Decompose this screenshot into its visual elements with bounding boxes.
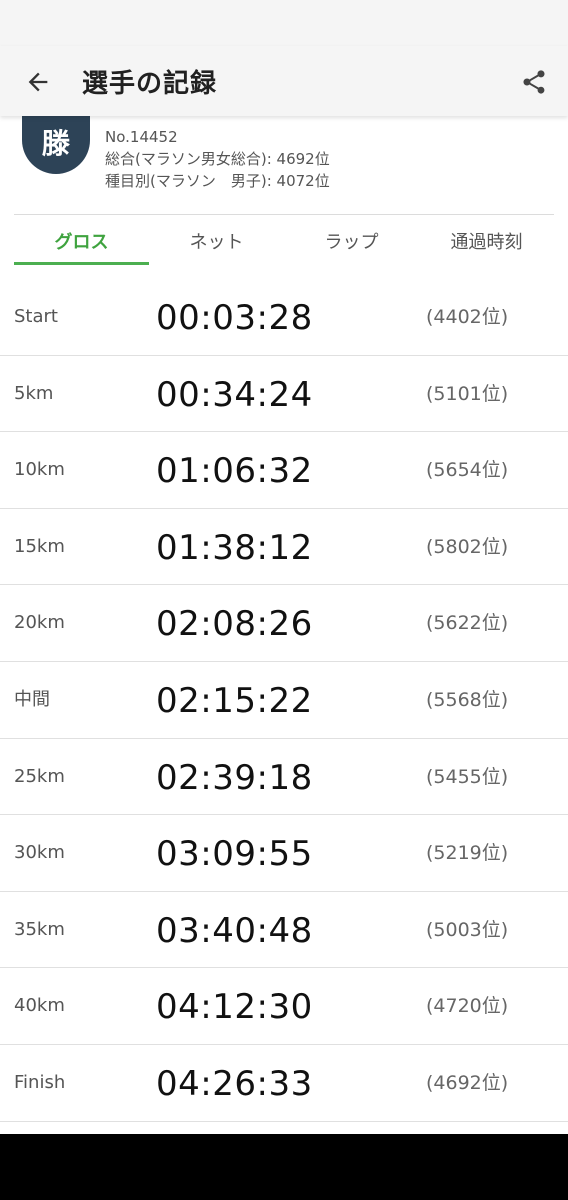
split-time: 03:40:48 (156, 910, 313, 951)
system-navigation-bar (0, 1134, 568, 1200)
split-label: 35km (14, 918, 65, 940)
bib-number: No.14452 (105, 128, 178, 146)
overall-rank: 総合(マラソン男女総合): 4692位 (105, 150, 330, 168)
split-time: 00:34:24 (156, 374, 313, 415)
status-bar (0, 0, 568, 46)
split-time: 01:06:32 (156, 451, 313, 492)
split-label: 25km (14, 765, 65, 787)
split-time: 02:08:26 (156, 604, 313, 645)
split-row: 15km 01:38:12 (5802位) (0, 509, 568, 586)
split-rank: (5568位) (426, 688, 509, 711)
runner-profile: 滕 No.14452 総合(マラソン男女総合): 4692位 種目別(マラソン … (0, 116, 568, 214)
split-label: 15km (14, 535, 65, 557)
split-time: 00:03:28 (156, 298, 313, 338)
split-label: 30km (14, 842, 65, 864)
split-list: Start 00:03:28 (4402位) 5km 00:34:24 (510… (0, 279, 568, 1122)
split-row: 40km 04:12:30 (4720位) (0, 968, 568, 1045)
split-label: 5km (14, 382, 54, 404)
split-rank: (5622位) (426, 612, 509, 635)
back-button[interactable] (18, 62, 58, 102)
tab-net[interactable]: ネット (149, 215, 284, 267)
split-row: Start 00:03:28 (4402位) (0, 279, 568, 356)
category-rank: 種目別(マラソン 男子): 4072位 (105, 172, 330, 190)
split-time: 01:38:12 (156, 527, 313, 568)
split-label: 中間 (14, 688, 50, 710)
split-rank: (4720位) (426, 995, 509, 1018)
page-title: 選手の記録 (82, 69, 218, 99)
share-button[interactable] (514, 62, 554, 102)
share-icon (523, 70, 545, 94)
split-time: 02:39:18 (156, 757, 313, 798)
split-time: 04:12:30 (156, 987, 313, 1028)
split-row: 20km 02:08:26 (5622位) (0, 585, 568, 662)
runner-info: No.14452 総合(マラソン男女総合): 4692位 種目別(マラソン 男子… (105, 126, 330, 192)
tab-passing-time[interactable]: 通過時刻 (419, 215, 554, 267)
split-time: 03:09:55 (156, 834, 313, 875)
split-time: 02:15:22 (156, 680, 313, 721)
arrow-left-icon (28, 72, 48, 92)
split-time: 04:26:33 (156, 1063, 313, 1104)
split-row: 中間 02:15:22 (5568位) (0, 662, 568, 739)
split-rank: (4692位) (426, 1071, 509, 1094)
split-rank: (5455位) (426, 765, 509, 788)
app-bar: 選手の記録 (0, 46, 568, 116)
split-row: Finish 04:26:33 (4692位) (0, 1045, 568, 1122)
split-label: 20km (14, 612, 65, 634)
tab-gross[interactable]: グロス (14, 215, 149, 267)
split-label: Finish (14, 1071, 66, 1093)
split-label: Start (14, 306, 58, 327)
split-rank: (5219位) (426, 842, 509, 865)
split-rank: (5003位) (426, 918, 509, 941)
split-row: 35km 03:40:48 (5003位) (0, 892, 568, 969)
split-label: 10km (14, 459, 65, 481)
split-rank: (5802位) (426, 535, 509, 558)
split-row: 5km 00:34:24 (5101位) (0, 356, 568, 433)
split-row: 10km 01:06:32 (5654位) (0, 432, 568, 509)
split-label: 40km (14, 995, 65, 1017)
tab-bar: グロス ネット ラップ 通過時刻 (14, 215, 554, 267)
split-rank: (5654位) (426, 459, 509, 482)
split-row: 30km 03:09:55 (5219位) (0, 815, 568, 892)
tab-lap[interactable]: ラップ (284, 215, 419, 267)
avatar: 滕 (22, 116, 90, 174)
split-rank: (5101位) (426, 382, 509, 405)
split-row: 25km 02:39:18 (5455位) (0, 739, 568, 816)
tab-indicator (14, 262, 149, 265)
split-rank: (4402位) (426, 306, 509, 328)
